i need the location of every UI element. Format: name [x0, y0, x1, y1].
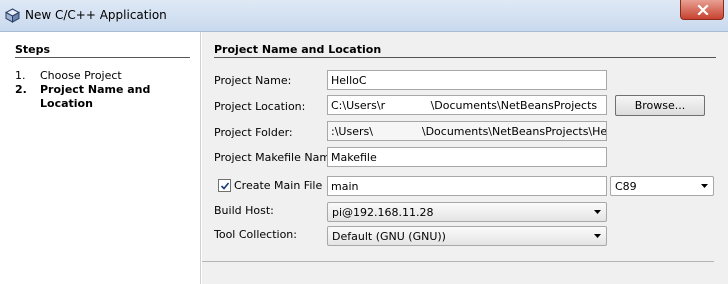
- project-location-label: Project Location:: [214, 100, 306, 113]
- create-main-file-label: Create Main File: [234, 179, 323, 192]
- c-standard-value: C89: [615, 180, 637, 193]
- netbeans-cube-icon: [5, 8, 20, 23]
- project-location-input[interactable]: C:\Users\r \Documents\NetBeansProjects: [327, 95, 607, 115]
- main-file-name-input[interactable]: main: [327, 176, 607, 196]
- window-title: New C/C++ Application: [25, 8, 167, 22]
- create-main-file-checkbox[interactable]: [218, 179, 231, 192]
- tool-collection-select[interactable]: Default (GNU (GNU)): [327, 226, 607, 246]
- chevron-down-icon: [701, 184, 708, 188]
- project-folder-field: :\Users\ \Documents\NetBeansProjects\Hel…: [327, 121, 607, 141]
- main-panel: Project Name and Location Project Name: …: [202, 32, 728, 284]
- build-host-value: pi@192.168.11.28: [332, 206, 434, 219]
- project-name-label: Project Name:: [214, 74, 292, 87]
- chevron-down-icon: [594, 210, 601, 214]
- tool-collection-value: Default (GNU (GNU)): [332, 230, 446, 243]
- close-button[interactable]: [680, 0, 724, 20]
- step-number: 2.: [15, 83, 27, 96]
- step-label: Project Name and Location: [40, 83, 151, 110]
- title-bar: New C/C++ Application: [0, 0, 728, 32]
- c-standard-select[interactable]: C89: [610, 176, 714, 196]
- tool-collection-label: Tool Collection:: [214, 228, 297, 241]
- project-folder-label: Project Folder:: [214, 126, 293, 139]
- section-divider: [214, 57, 716, 58]
- step-number: 1.: [15, 69, 26, 82]
- chevron-down-icon: [594, 234, 601, 238]
- steps-panel: Steps 1. Choose Project 2. Project Name …: [0, 32, 201, 284]
- checkmark-icon: [220, 182, 230, 190]
- step-label: Choose Project: [40, 69, 122, 82]
- build-host-select[interactable]: pi@192.168.11.28: [327, 202, 607, 222]
- close-icon: [697, 5, 709, 15]
- makefile-name-input[interactable]: Makefile: [327, 147, 607, 167]
- project-name-input[interactable]: HelloC: [327, 70, 607, 90]
- section-title: Project Name and Location: [214, 43, 382, 56]
- steps-title: Steps: [15, 43, 51, 56]
- makefile-name-label: Project Makefile Name:: [214, 151, 341, 164]
- build-host-label: Build Host:: [214, 204, 274, 217]
- steps-divider: [15, 57, 190, 58]
- bottom-divider: [202, 261, 714, 262]
- browse-button[interactable]: Browse...: [615, 95, 705, 116]
